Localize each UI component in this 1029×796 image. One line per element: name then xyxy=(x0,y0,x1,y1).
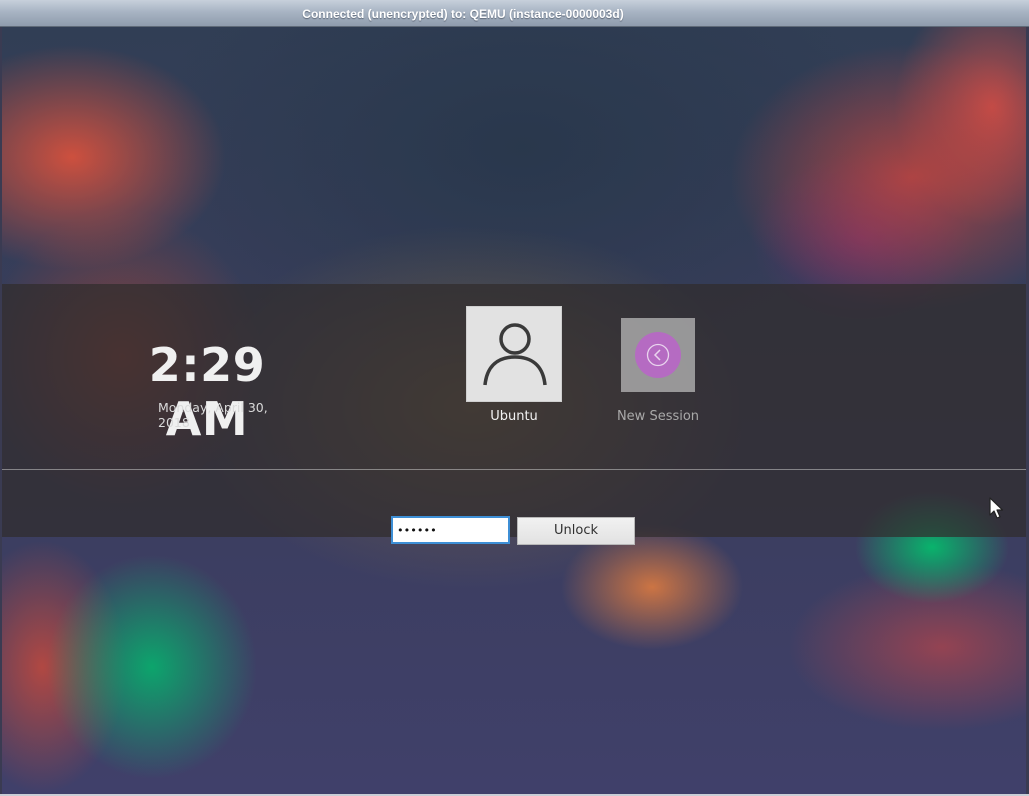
user-name[interactable]: Ubuntu xyxy=(454,409,574,424)
desktop-wallpaper: 2:29 AM Monday, April 30, 2018 Ubuntu Ne… xyxy=(2,27,1026,794)
unlock-button[interactable]: Unlock xyxy=(517,517,635,545)
new-session-button[interactable] xyxy=(621,318,695,392)
window-title: Connected (unencrypted) to: QEMU (instan… xyxy=(302,7,624,21)
user-avatar[interactable] xyxy=(466,306,562,402)
new-session-label[interactable]: New Session xyxy=(598,409,718,424)
panel-divider xyxy=(2,469,1026,470)
new-session-circle xyxy=(635,332,681,378)
back-arrow-icon xyxy=(646,343,670,367)
clock-date: Monday, April 30, 2018 xyxy=(158,400,268,430)
password-field[interactable] xyxy=(391,516,510,544)
mouse-cursor-icon xyxy=(989,497,1004,519)
user-avatar-icon xyxy=(483,323,547,386)
lock-screen-panel: 2:29 AM Monday, April 30, 2018 Ubuntu Ne… xyxy=(2,284,1026,545)
vnc-titlebar: Connected (unencrypted) to: QEMU (instan… xyxy=(0,0,1029,27)
